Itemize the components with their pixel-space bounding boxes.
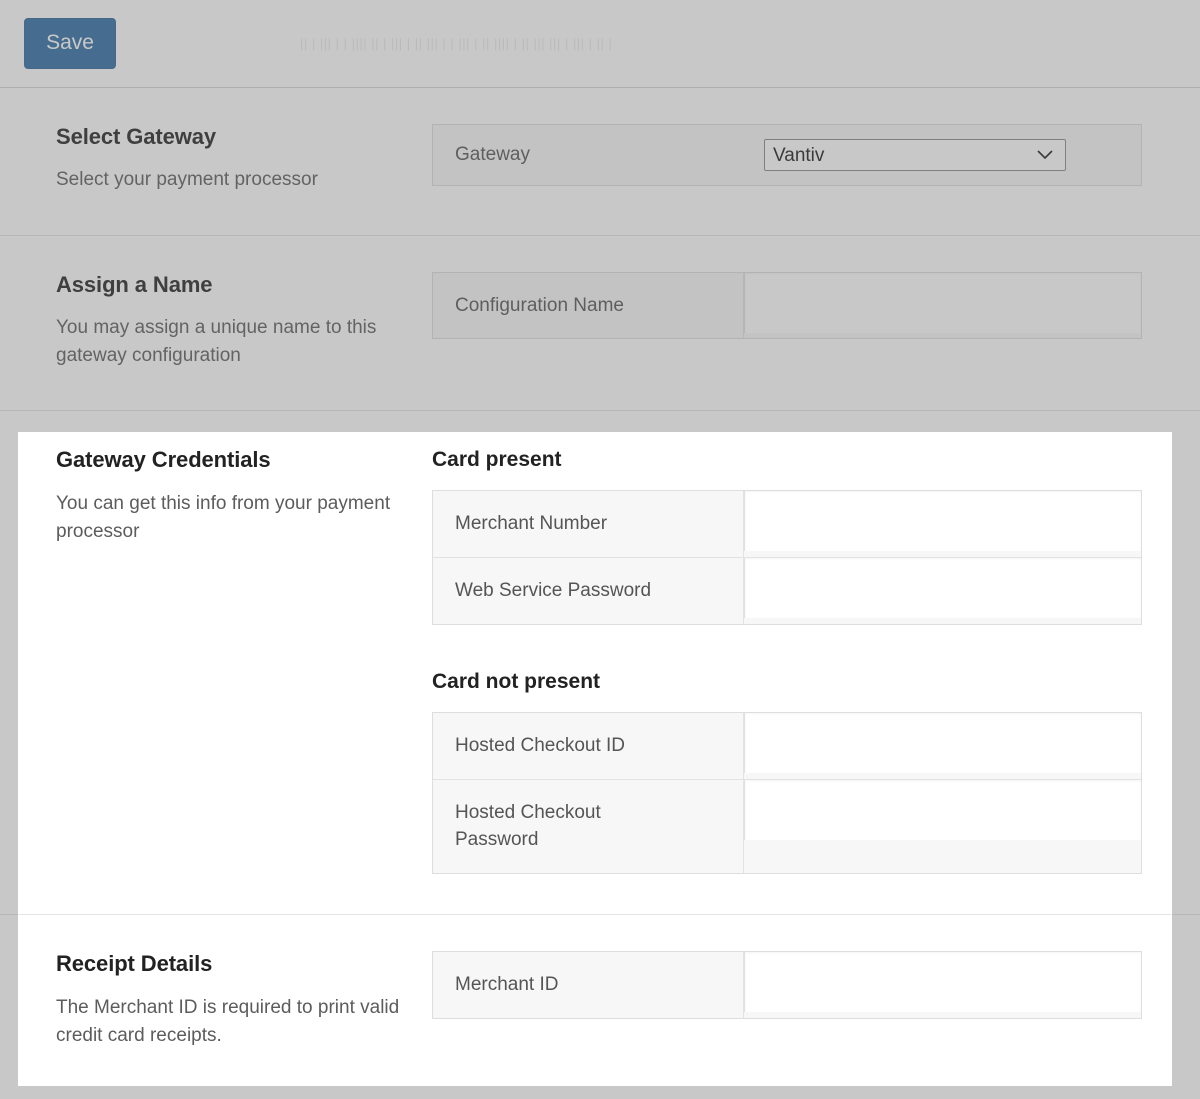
configuration-name-control — [744, 272, 1141, 339]
section-subtitle-receipt-details: The Merchant ID is required to print val… — [56, 996, 400, 1046]
gateway-select[interactable]: Vantiv — [764, 139, 1066, 171]
table-row: Hosted Checkout ID — [433, 712, 1141, 779]
section-title-assign-a-name: Assign a Name — [56, 271, 213, 297]
section-description: Gateway Credentials You can get this inf… — [0, 447, 432, 874]
hosted-checkout-id-control — [744, 712, 1141, 779]
table-row: Hosted Checkout Password — [433, 778, 1141, 874]
section-subtitle-select-gateway: Select your payment processor — [56, 169, 318, 191]
section-body-assign-a-name: Configuration Name — [432, 271, 1200, 371]
web-service-password-input[interactable] — [744, 558, 1141, 619]
section-select-gateway: Select Gateway Select your payment proce… — [0, 88, 1200, 236]
web-service-password-control — [744, 558, 1141, 624]
table-row: Merchant ID — [433, 952, 1141, 1018]
section-title-receipt-details: Receipt Details — [56, 951, 213, 977]
section-body-receipt-details: Merchant ID — [432, 951, 1200, 1050]
configuration-name-input[interactable] — [744, 272, 1141, 333]
toolbar-background-text: || | ||| | | |||| || | ||| | || ||| | | … — [300, 36, 613, 51]
merchant-number-label: Merchant Number — [433, 491, 744, 558]
merchant-id-field-table: Merchant ID — [432, 951, 1142, 1019]
section-subtitle-gateway-credentials: You can get this info from your payment … — [56, 492, 391, 542]
section-description: Assign a Name You may assign a unique na… — [0, 272, 432, 371]
merchant-id-input[interactable] — [744, 952, 1141, 1013]
hosted-checkout-password-control — [744, 779, 1141, 874]
section-assign-a-name: Assign a Name You may assign a unique na… — [0, 235, 1200, 412]
merchant-number-input[interactable] — [744, 491, 1141, 552]
hosted-checkout-id-label: Hosted Checkout ID — [433, 712, 744, 779]
section-body-select-gateway: Gateway Vantiv — [432, 124, 1200, 195]
table-row: Merchant Number — [433, 491, 1141, 558]
merchant-id-label: Merchant ID — [433, 952, 744, 1018]
merchant-id-control — [744, 952, 1141, 1018]
web-service-password-label: Web Service Password — [433, 558, 744, 624]
card-present-field-table: Merchant Number Web Service Password — [432, 490, 1142, 625]
section-title-gateway-credentials: Gateway Credentials — [56, 447, 271, 473]
hosted-checkout-password-label: Hosted Checkout Password — [433, 779, 744, 874]
hosted-checkout-password-input[interactable] — [744, 779, 1141, 840]
section-gateway-credentials: Gateway Credentials You can get this inf… — [0, 411, 1200, 916]
merchant-number-control — [744, 491, 1141, 558]
settings-page: Save || | ||| | | |||| || | ||| | || |||… — [0, 0, 1200, 1099]
card-not-present-field-table: Hosted Checkout ID Hosted Checkout Passw… — [432, 711, 1142, 875]
group-heading-card-present: Card present — [432, 448, 562, 472]
save-button[interactable]: Save — [24, 18, 116, 69]
hosted-checkout-id-input[interactable] — [744, 712, 1141, 773]
gateway-field-label: Gateway — [455, 144, 530, 165]
section-description: Receipt Details The Merchant ID is requi… — [0, 951, 432, 1050]
table-row: Web Service Password — [433, 557, 1141, 624]
section-body-gateway-credentials: Card present Merchant Number Web Service… — [432, 447, 1200, 875]
section-receipt-details: Receipt Details The Merchant ID is requi… — [0, 915, 1200, 1090]
section-subtitle-assign-a-name: You may assign a unique name to this gat… — [56, 316, 377, 366]
table-row: Configuration Name — [433, 272, 1141, 339]
section-description: Select Gateway Select your payment proce… — [0, 124, 432, 195]
group-heading-card-not-present: Card not present — [432, 669, 601, 693]
configuration-name-label: Configuration Name — [433, 272, 744, 339]
section-title-select-gateway: Select Gateway — [56, 124, 217, 149]
gateway-select-wrapper: Vantiv — [764, 139, 1066, 171]
configuration-name-field-table: Configuration Name — [432, 271, 1142, 340]
page-toolbar: Save || | ||| | | |||| || | ||| | || |||… — [0, 0, 1200, 88]
gateway-field-row: Gateway Vantiv — [432, 124, 1142, 186]
